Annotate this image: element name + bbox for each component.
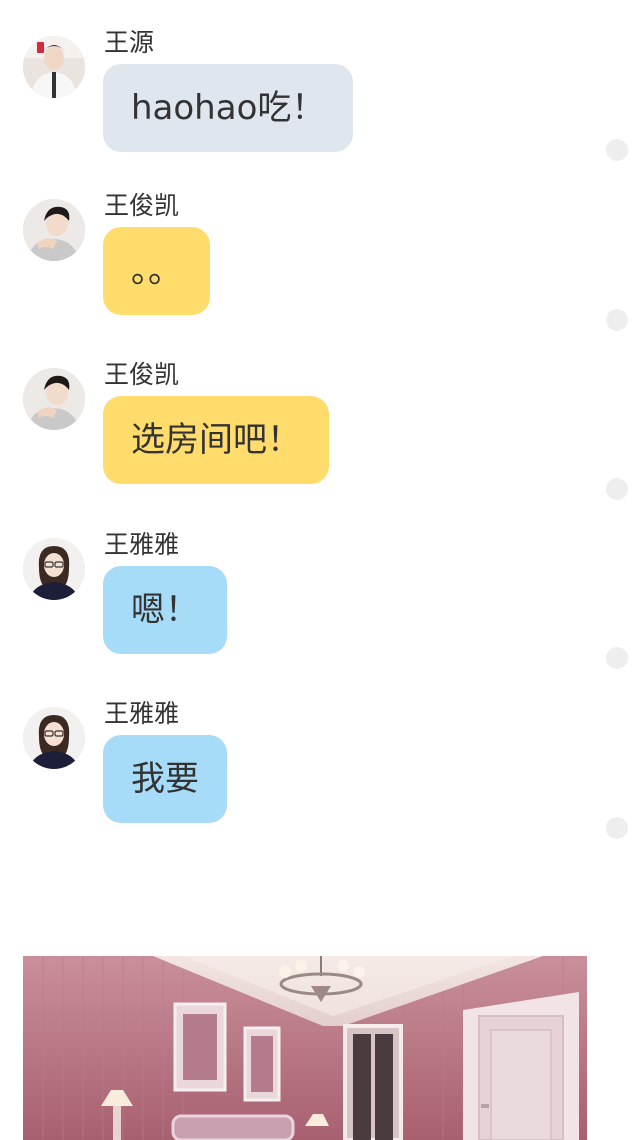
message-bubble[interactable]: 我要 bbox=[103, 735, 227, 823]
chat-message: 王俊凯 。。 bbox=[0, 191, 640, 369]
sender-name: 王雅雅 bbox=[104, 699, 180, 728]
chat-message: 王源 haohao吃！ bbox=[0, 28, 640, 206]
select-radio[interactable] bbox=[606, 309, 628, 331]
chat-screen: 王源 haohao吃！ 王俊凯 。。 王俊凯 选房间吧！ 王雅雅 嗯！ 王雅雅 … bbox=[0, 0, 640, 1140]
sender-name: 王源 bbox=[104, 28, 155, 57]
select-radio[interactable] bbox=[606, 647, 628, 669]
avatar[interactable] bbox=[23, 199, 85, 261]
select-radio[interactable] bbox=[606, 139, 628, 161]
avatar[interactable] bbox=[23, 36, 85, 98]
avatar[interactable] bbox=[23, 707, 85, 769]
chat-message: 王俊凯 选房间吧！ bbox=[0, 360, 640, 538]
chat-message: 王雅雅 我要 bbox=[0, 699, 640, 877]
message-bubble[interactable]: haohao吃！ bbox=[103, 64, 354, 152]
chat-message: 王雅雅 嗯！ bbox=[0, 530, 640, 708]
select-radio[interactable] bbox=[606, 817, 628, 839]
message-bubble[interactable]: 嗯！ bbox=[103, 566, 227, 654]
avatar[interactable] bbox=[23, 538, 85, 600]
sender-name: 王俊凯 bbox=[104, 360, 180, 389]
sender-name: 王雅雅 bbox=[104, 530, 180, 559]
message-bubble[interactable]: 。。 bbox=[103, 227, 210, 315]
pink-bedroom-photo[interactable] bbox=[23, 956, 587, 1140]
message-bubble[interactable]: 选房间吧！ bbox=[103, 396, 329, 484]
avatar[interactable] bbox=[23, 368, 85, 430]
sender-name: 王俊凯 bbox=[104, 191, 180, 220]
select-radio[interactable] bbox=[606, 478, 628, 500]
